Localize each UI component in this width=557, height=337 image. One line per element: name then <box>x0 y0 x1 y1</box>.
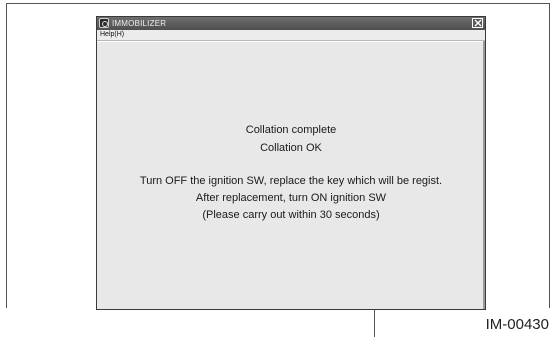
instruction-line-2: After replacement, turn ON ignition SW <box>195 192 387 204</box>
figure-frame-divider <box>374 307 375 337</box>
status-line-complete: Collation complete <box>245 124 337 136</box>
status-line-ok: Collation OK <box>260 142 322 154</box>
window-title: IMMOBILIZER <box>112 19 167 28</box>
close-button[interactable] <box>472 18 483 28</box>
immobilizer-app-icon <box>99 18 109 28</box>
menu-bar: Help(H) <box>97 30 485 41</box>
instruction-line-3: (Please carry out within 30 seconds) <box>202 209 380 221</box>
immobilizer-window: IMMOBILIZER Help(H) Collation complete C… <box>96 16 486 310</box>
instruction-line-1: Turn OFF the ignition SW, replace the ke… <box>139 175 443 187</box>
manual-figure: IMMOBILIZER Help(H) Collation complete C… <box>0 0 557 337</box>
figure-label: IM-00430 <box>485 316 549 333</box>
title-bar[interactable]: IMMOBILIZER <box>97 17 485 30</box>
menu-help[interactable]: Help(H) <box>100 30 124 40</box>
close-icon <box>474 19 482 27</box>
window-right-edge <box>483 41 485 309</box>
message-area: Collation complete Collation OK Turn OFF… <box>97 41 485 309</box>
